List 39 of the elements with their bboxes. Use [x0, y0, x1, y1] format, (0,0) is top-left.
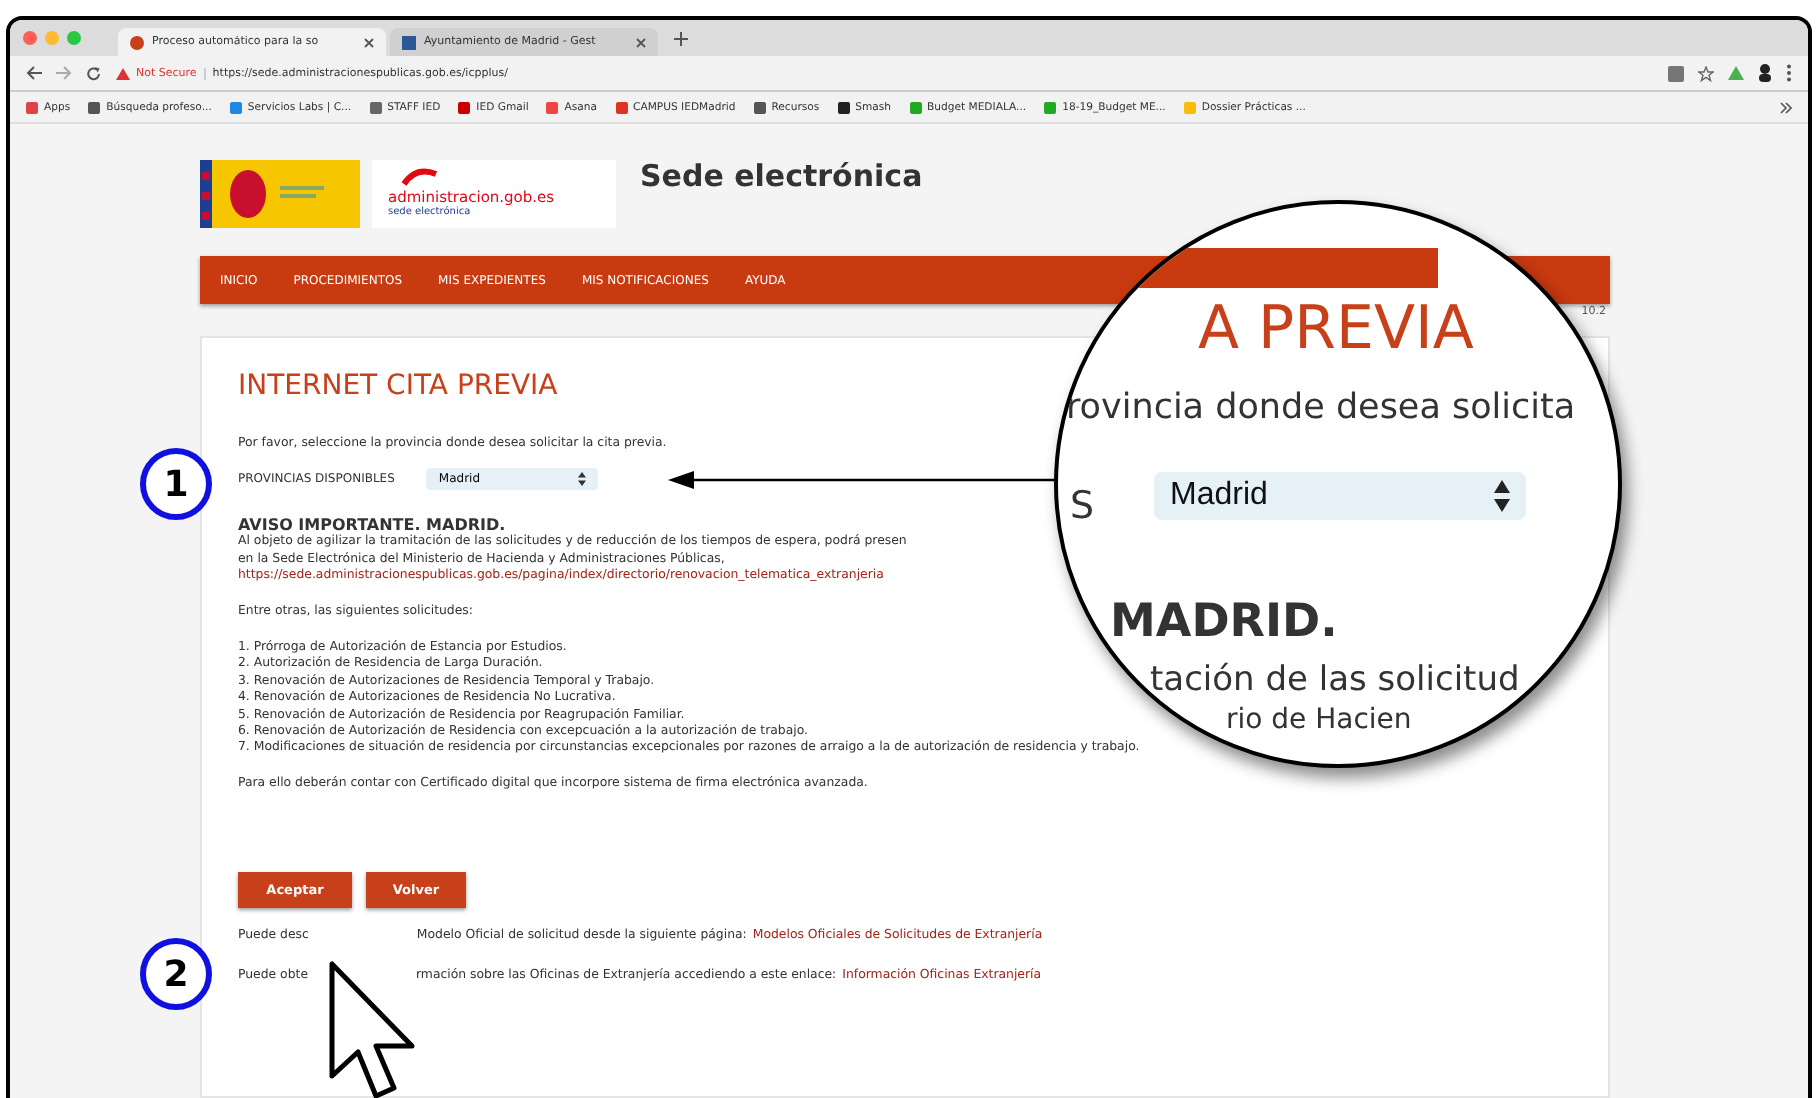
bookmark-favicon-icon [1044, 101, 1057, 113]
magnified-notice-text: tación de las solicitud [1150, 660, 1520, 700]
bookmark-favicon-icon [909, 101, 922, 113]
swoosh-icon [400, 166, 440, 186]
site-title: Sede electrónica [640, 158, 923, 194]
dropdown-arrows-icon [1494, 480, 1510, 512]
bookmark-favicon-icon [615, 101, 628, 113]
magnified-notice-title: MADRID. [1110, 596, 1338, 648]
new-tab-icon[interactable] [674, 31, 688, 45]
chevron-icon[interactable] [1780, 101, 1792, 113]
step-number-badge: 2 [140, 938, 212, 1010]
menu-icon[interactable] [1786, 64, 1792, 82]
magnified-instruction-text: rovincia donde desea solicita [1066, 388, 1576, 428]
bookmark-favicon-icon [753, 101, 766, 113]
site-favicon-icon [130, 35, 144, 49]
bookmark-favicon-icon [26, 101, 38, 113]
profile-icon[interactable] [1758, 64, 1772, 82]
bookmark-favicon-icon [1183, 101, 1196, 113]
bookmark-favicon-icon [369, 101, 382, 113]
bookmark-favicon-icon [837, 101, 850, 113]
step-number-badge: 1 [140, 448, 212, 520]
bookmark-favicon-icon [229, 101, 242, 113]
magnified-notice-text: rio de Hacien [1226, 704, 1412, 736]
notice-title: AVISO IMPORTANTE. MADRID. [238, 516, 506, 535]
magnified-province-label: S [1070, 484, 1095, 528]
dropdown-arrows-icon [578, 472, 587, 487]
close-icon[interactable] [636, 37, 646, 47]
bookmark-favicon-icon [458, 101, 471, 113]
bookmark-favicon-icon [546, 101, 559, 113]
close-icon[interactable] [364, 37, 374, 47]
magnified-heading: A PREVIA [1198, 296, 1474, 364]
coat-of-arms-logo-icon [200, 160, 360, 228]
bookmark-favicon-icon [88, 101, 101, 113]
reload-icon[interactable] [86, 65, 102, 81]
page-heading: INTERNET CITA PREVIA [238, 370, 558, 402]
star-icon[interactable] [1698, 65, 1714, 81]
document-favicon-icon [402, 35, 416, 49]
back-icon[interactable] [26, 66, 42, 80]
warning-icon [116, 67, 130, 79]
